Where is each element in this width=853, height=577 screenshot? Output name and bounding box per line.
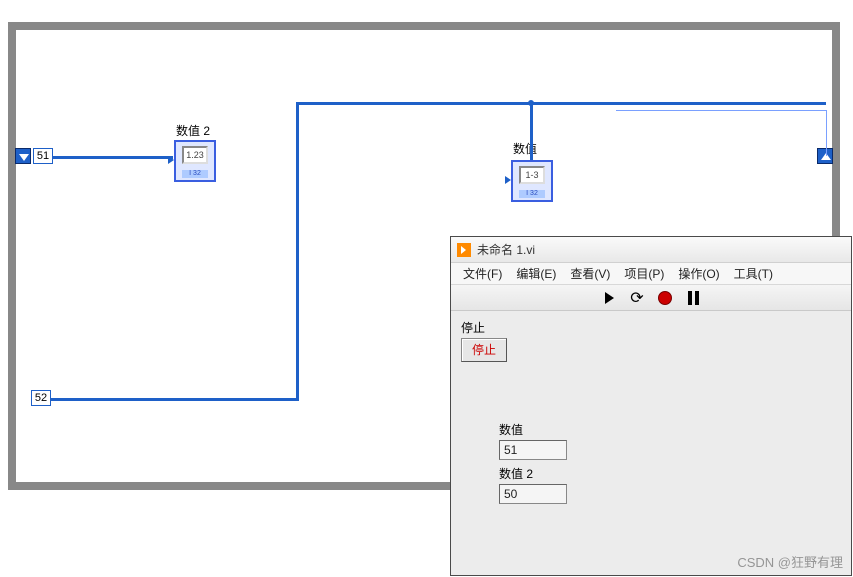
abort-button[interactable] (656, 289, 674, 307)
menu-tools[interactable]: 工具(T) (730, 263, 777, 284)
tunnel-value-top[interactable]: 51 (33, 148, 53, 164)
run-continuous-icon[interactable] (628, 289, 646, 307)
menu-operate[interactable]: 操作(O) (674, 263, 723, 284)
wire (296, 102, 826, 105)
wire (530, 102, 533, 160)
labview-vi-icon (457, 243, 471, 257)
menu-project[interactable]: 项目(P) (620, 263, 668, 284)
wire (51, 398, 299, 401)
node-label-1: 数值 (513, 140, 537, 157)
numeric-indicator-2[interactable]: 50 (499, 484, 567, 504)
stop-button[interactable]: 停止 (461, 338, 507, 362)
window-title: 未命名 1.vi (477, 241, 535, 258)
menu-edit[interactable]: 编辑(E) (512, 263, 560, 284)
tunnel-value-bottom[interactable]: 52 (31, 390, 51, 406)
numeric-group-2: 数值 2 50 (499, 465, 567, 504)
shift-register-right[interactable] (817, 148, 833, 164)
wire-thin (616, 110, 826, 111)
indicator-node-1[interactable]: 1-3 I 32 (511, 160, 553, 202)
titlebar[interactable]: 未命名 1.vi (451, 237, 851, 263)
toolbar (451, 285, 851, 311)
watermark-text: CSDN @狂野有理 (737, 552, 843, 571)
front-panel-body: 停止 停止 数值 51 数值 2 50 (451, 311, 851, 575)
pause-button-icon[interactable] (684, 289, 702, 307)
front-panel-window: 未命名 1.vi 文件(F) 编辑(E) 查看(V) 项目(P) 操作(O) 工… (450, 236, 852, 576)
menu-file[interactable]: 文件(F) (459, 263, 506, 284)
numeric-label-2: 数值 2 (499, 465, 567, 482)
stop-label: 停止 (461, 319, 841, 336)
numeric-group-1: 数值 51 (499, 421, 567, 460)
wire-junction (528, 100, 534, 106)
wire (296, 102, 299, 400)
indicator-node-2[interactable]: 1.23 I 32 (174, 140, 216, 182)
shift-register-left-top[interactable] (15, 148, 31, 164)
menu-view[interactable]: 查看(V) (566, 263, 614, 284)
run-button-icon[interactable] (600, 289, 618, 307)
menubar: 文件(F) 编辑(E) 查看(V) 项目(P) 操作(O) 工具(T) (451, 263, 851, 285)
numeric-indicator-1[interactable]: 51 (499, 440, 567, 460)
node-label-2: 数值 2 (176, 122, 210, 139)
wire (53, 156, 173, 159)
wire-thin (826, 110, 827, 156)
numeric-label-1: 数值 (499, 421, 567, 438)
